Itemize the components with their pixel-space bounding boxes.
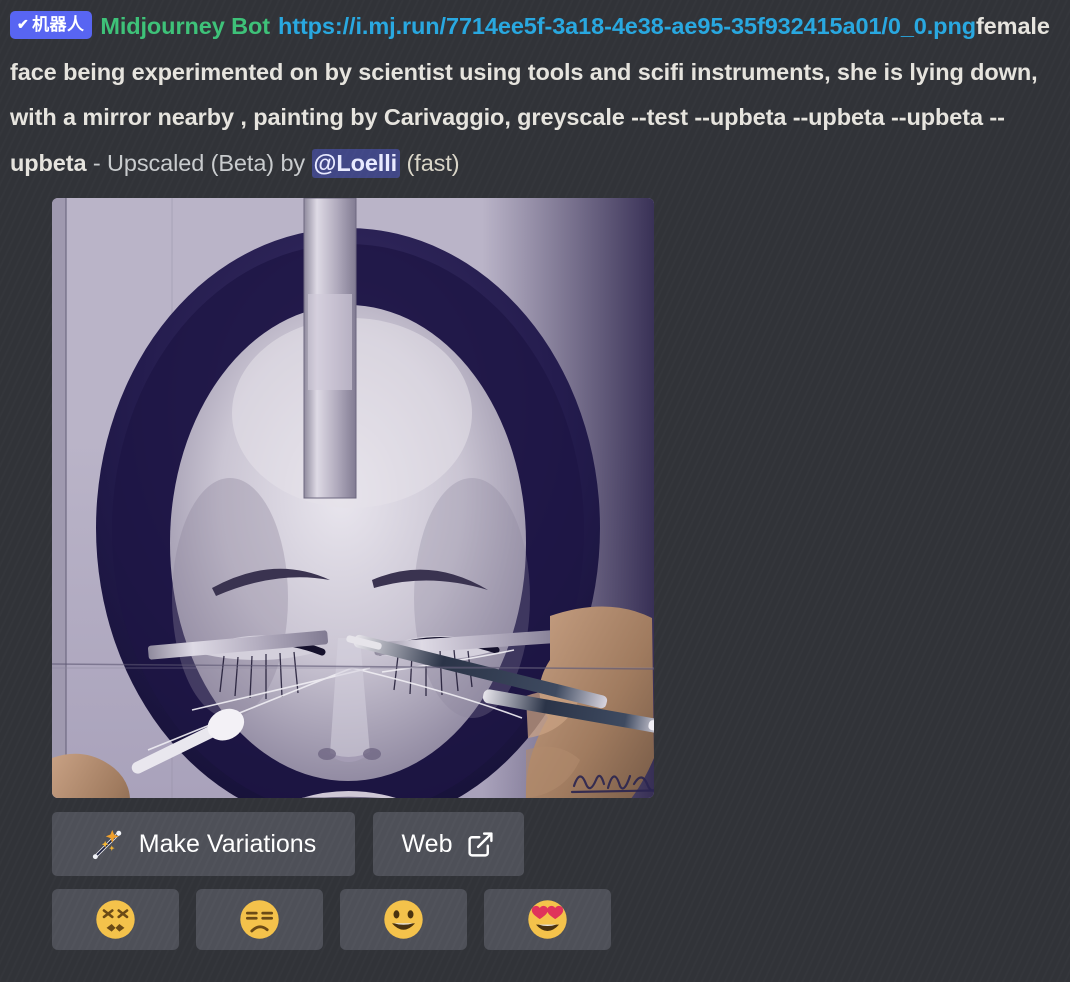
bot-badge-label: 机器人: [32, 15, 85, 34]
make-variations-button[interactable]: Make Variations: [52, 812, 355, 876]
magic-wand-icon: [92, 829, 122, 860]
reaction-heart-eyes-face[interactable]: [484, 889, 611, 950]
discord-message: ✔ 机器人 Midjourney Bot https://i.mj.run/7714e…: [0, 0, 1070, 950]
emoji-reaction-buttons: [0, 876, 1070, 950]
reaction-unamused-face[interactable]: [196, 889, 323, 950]
external-link-icon: [468, 831, 494, 857]
make-variations-label: Make Variations: [138, 829, 317, 858]
message-author-name[interactable]: Midjourney Bot: [100, 13, 270, 39]
user-mention[interactable]: @Loelli: [311, 148, 401, 178]
unamused-face-emoji: [240, 900, 279, 939]
bot-badge: ✔ 机器人: [10, 11, 93, 39]
job-status-text: - Upscaled (Beta) by: [92, 149, 306, 176]
generated-artwork: [52, 198, 654, 798]
message-content: ✔ 机器人 Midjourney Bot https://i.mj.run/7714e…: [0, 4, 1070, 186]
speed-mode-text: (fast): [406, 149, 460, 176]
generated-image-attachment[interactable]: [52, 198, 654, 798]
web-button[interactable]: Web: [373, 812, 524, 876]
verified-check-icon: ✔: [17, 16, 30, 32]
attachment-container: [0, 186, 1070, 798]
reaction-grinning-face[interactable]: [340, 889, 467, 950]
grinning-face-emoji: [384, 900, 423, 939]
heart-eyes-face-emoji: [528, 900, 567, 939]
attachment-url-link[interactable]: https://i.mj.run/7714ee5f-3a18-4e38-ae95…: [278, 13, 976, 39]
reaction-confounded-face[interactable]: [52, 889, 179, 950]
confounded-face-emoji: [96, 900, 135, 939]
message-action-buttons: Make Variations Web: [0, 798, 1070, 876]
web-label: Web: [401, 829, 453, 858]
